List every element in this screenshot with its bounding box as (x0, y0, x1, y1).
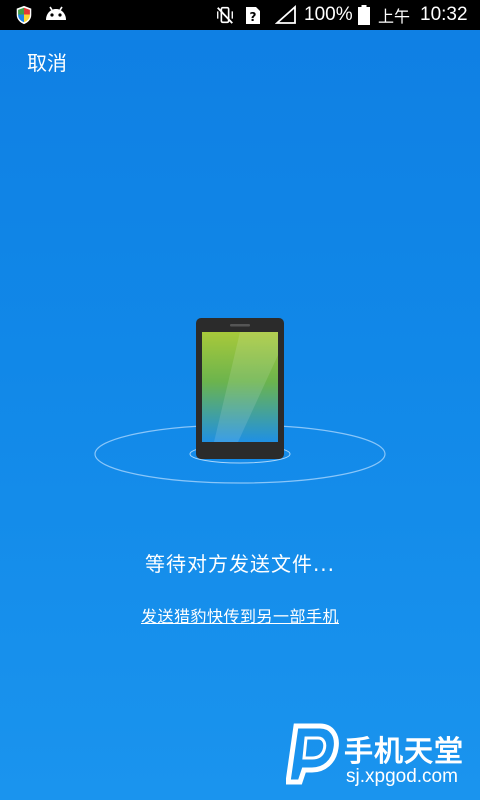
phone-illustration (94, 318, 386, 484)
clock: 10:32 (420, 4, 468, 25)
sim-icon: ? (246, 7, 260, 24)
shield-icon (16, 5, 32, 25)
watermark-site: sj.xpgod.com (346, 766, 458, 787)
android-icon (46, 6, 66, 20)
phone-screen (202, 332, 278, 442)
waiting-message: 等待对方发送文件... (144, 552, 336, 576)
time-period: 上午 (378, 7, 411, 26)
watermark: 手机天堂 sj.xpgod.com (284, 714, 474, 794)
vibrate-off-icon (217, 6, 233, 24)
ripple-ring-inner (189, 444, 291, 464)
screen-reflection (214, 332, 278, 442)
signal-icon (275, 5, 296, 24)
status-bar: ? 100% 上午 10:32 (0, 0, 480, 30)
phone-body (196, 318, 284, 459)
ripple-ring-outer (94, 424, 386, 484)
battery-percent: 100% (304, 4, 353, 25)
watermark-logo-icon (286, 723, 339, 785)
watermark-title: 手机天堂 (344, 734, 465, 768)
cancel-button[interactable]: 取消 (27, 47, 67, 76)
send-app-link[interactable]: 发送猎豹快传到另一部手机 (0, 603, 480, 627)
battery-icon (358, 5, 370, 25)
svg-text:?: ? (250, 10, 257, 24)
phone-speaker (230, 324, 250, 327)
